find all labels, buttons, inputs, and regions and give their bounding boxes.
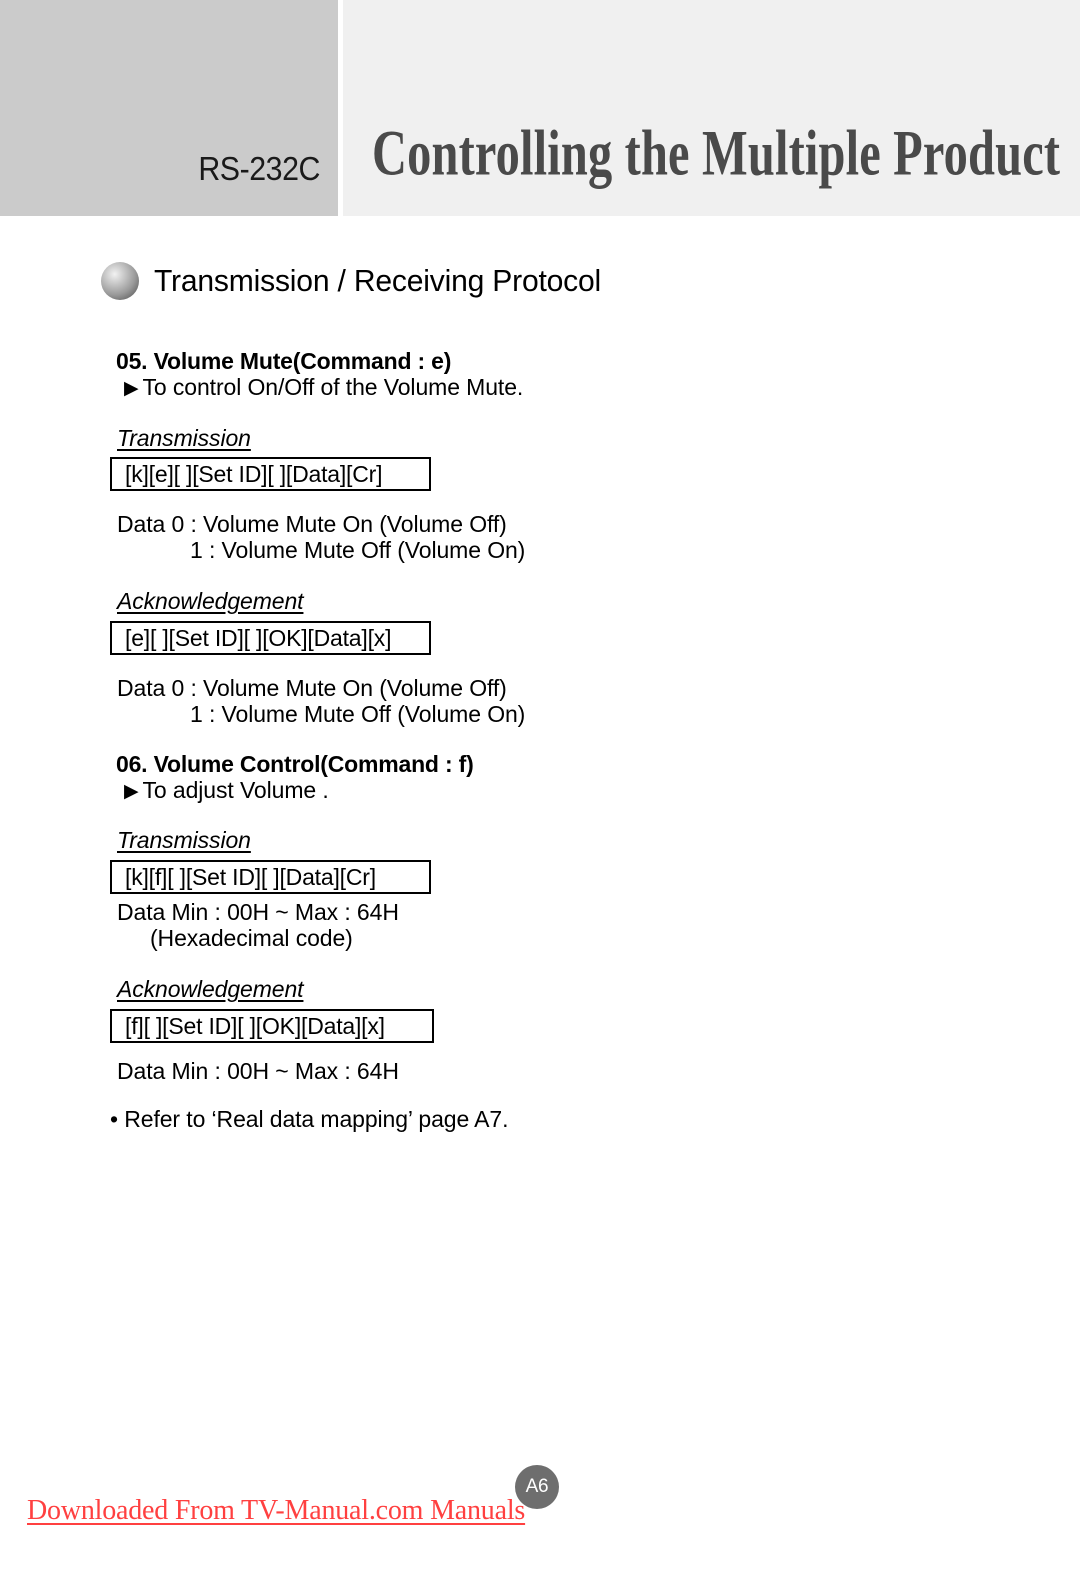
sphere-bullet-icon bbox=[101, 262, 139, 300]
acknowledgement-data-line-05-0: Data 0 : Volume Mute On (Volume Off) bbox=[117, 675, 507, 701]
command-description-06: ▶ To adjust Volume . bbox=[124, 777, 329, 804]
transmission-data-line-05-0: Data 0 : Volume Mute On (Volume Off) bbox=[117, 511, 507, 537]
acknowledgement-code-text-06: [f][ ][Set ID][ ][OK][Data][x] bbox=[125, 1012, 385, 1039]
acknowledgement-code-box-06: [f][ ][Set ID][ ][OK][Data][x] bbox=[110, 1009, 434, 1043]
transmission-label-06: Transmission bbox=[117, 827, 251, 853]
command-description-05-text: To control On/Off of the Volume Mute. bbox=[142, 374, 524, 400]
acknowledgement-label-06: Acknowledgement bbox=[117, 976, 304, 1002]
reference-note: • Refer to ‘Real data mapping’ page A7. bbox=[110, 1106, 509, 1132]
command-heading-06: 06. Volume Control(Command : f) bbox=[116, 751, 474, 777]
acknowledgement-data-line-06-0: Data Min : 00H ~ Max : 64H bbox=[117, 1058, 399, 1084]
transmission-data-line-06-1: (Hexadecimal code) bbox=[150, 925, 353, 951]
transmission-data-line-06-0: Data Min : 00H ~ Max : 64H bbox=[117, 899, 399, 925]
command-description-05: ▶ To control On/Off of the Volume Mute. bbox=[124, 374, 523, 401]
page-header: RS-232C Controlling the Multiple Product bbox=[0, 0, 1080, 216]
command-description-06-text: To adjust Volume . bbox=[142, 777, 329, 803]
acknowledgement-code-text-05: [e][ ][Set ID][ ][OK][Data][x] bbox=[125, 624, 392, 651]
transmission-data-line-05-1: 1 : Volume Mute Off (Volume On) bbox=[190, 537, 526, 563]
download-watermark: Downloaded From TV-Manual.com Manuals bbox=[27, 1495, 526, 1526]
triangle-bullet-icon: ▶ bbox=[124, 781, 139, 802]
transmission-code-text-06: [k][f][ ][Set ID][ ][Data][Cr] bbox=[125, 863, 376, 890]
acknowledgement-code-box-05: [e][ ][Set ID][ ][OK][Data][x] bbox=[110, 621, 431, 655]
transmission-label-05: Transmission bbox=[117, 425, 251, 451]
triangle-bullet-icon: ▶ bbox=[124, 378, 139, 399]
command-heading-05: 05. Volume Mute(Command : e) bbox=[116, 348, 452, 374]
section-banner: Transmission / Receiving Protocol bbox=[101, 262, 615, 300]
transmission-code-text-05: [k][e][ ][Set ID][ ][Data][Cr] bbox=[125, 460, 383, 487]
acknowledgement-label-05: Acknowledgement bbox=[117, 588, 304, 614]
header-subtitle: RS-232C bbox=[198, 150, 320, 187]
section-banner-label: Transmission / Receiving Protocol bbox=[154, 263, 602, 298]
transmission-code-box-05: [k][e][ ][Set ID][ ][Data][Cr] bbox=[110, 457, 431, 491]
page-title: Controlling the Multiple Product bbox=[372, 116, 1061, 189]
acknowledgement-data-line-05-1: 1 : Volume Mute Off (Volume On) bbox=[190, 701, 526, 727]
transmission-code-box-06: [k][f][ ][Set ID][ ][Data][Cr] bbox=[110, 860, 431, 894]
